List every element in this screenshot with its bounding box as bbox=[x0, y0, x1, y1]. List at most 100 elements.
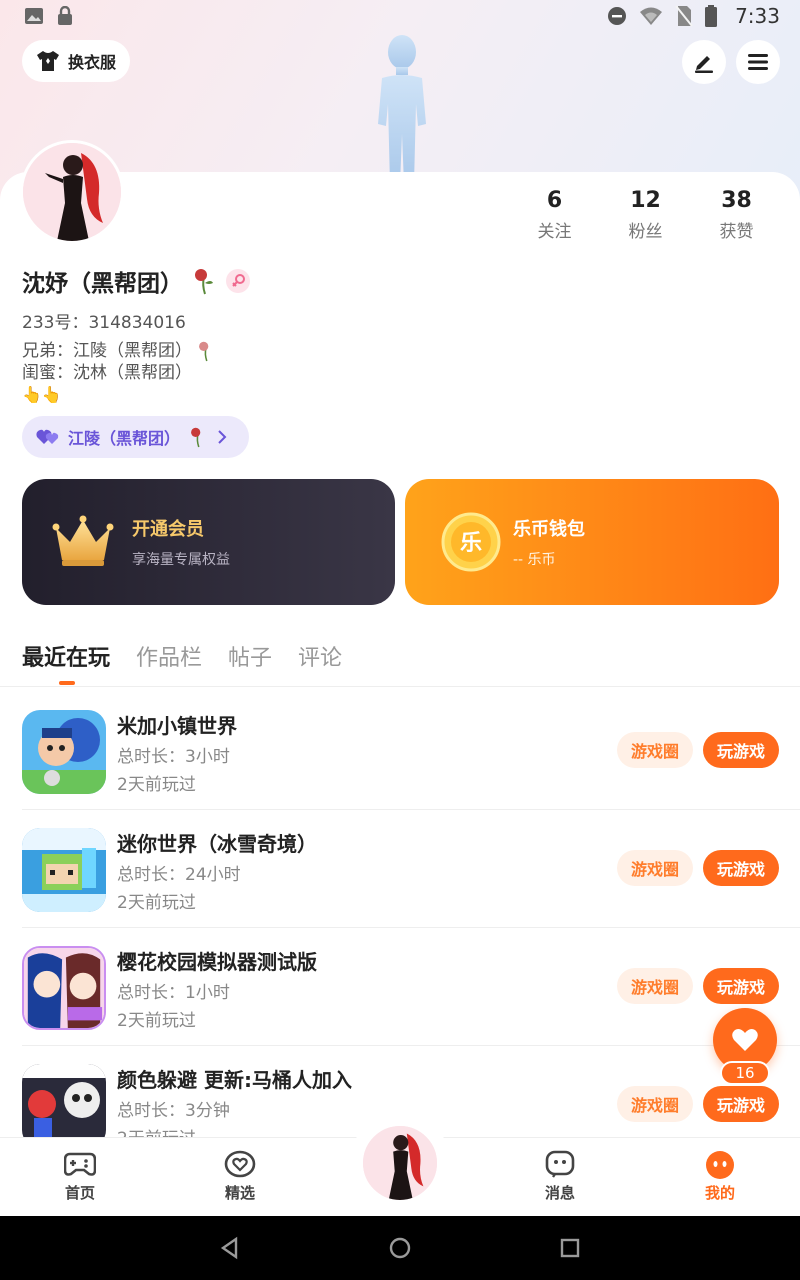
bio-line: 闺蜜：沈林（黑帮团） bbox=[22, 363, 192, 383]
color-dodge-icon bbox=[22, 1064, 106, 1148]
game-name: 迷你世界（冰雪奇境） bbox=[117, 832, 317, 856]
tab-comments[interactable]: 评论 bbox=[298, 640, 342, 672]
list-item[interactable]: 迷你世界（冰雪奇境） 总时长：24小时 2天前玩过 游戏圈 玩游戏 bbox=[22, 810, 800, 928]
nav-messages[interactable]: 消息 bbox=[520, 1150, 600, 1203]
profile-name: 沈妤（黑帮团） bbox=[22, 271, 183, 297]
vip-card[interactable]: 开通会员 享海量专属权益 bbox=[22, 479, 395, 605]
user-id: 233号：314834016 bbox=[22, 313, 186, 333]
game-duration: 总时长：1小时 bbox=[117, 983, 230, 1003]
avatar[interactable] bbox=[20, 140, 124, 244]
list-item[interactable]: 樱花校园模拟器测试版 总时长：1小时 2天前玩过 游戏圈 玩游戏 bbox=[22, 928, 800, 1046]
dress-up-label: 换衣服 bbox=[67, 53, 116, 72]
avatar-character bbox=[23, 143, 121, 241]
center-avatar-button[interactable] bbox=[361, 1124, 439, 1202]
game-duration: 总时长：24小时 bbox=[117, 865, 241, 885]
stat-label: 获赞 bbox=[719, 222, 754, 242]
coin-icon: 乐 bbox=[441, 512, 501, 572]
nav-featured[interactable]: 精选 bbox=[200, 1150, 280, 1203]
recent-games-list: 米加小镇世界 总时长：3小时 2天前玩过 游戏圈 玩游戏 迷你世界（冰雪奇境） … bbox=[0, 692, 800, 1164]
game-circle-button[interactable]: 游戏圈 bbox=[617, 850, 693, 886]
tab-posts[interactable]: 帖子 bbox=[228, 640, 272, 672]
female-badge-icon bbox=[226, 269, 250, 293]
stat-likes[interactable]: 38 获赞 bbox=[691, 188, 782, 242]
nav-me[interactable]: 我的 bbox=[680, 1150, 760, 1203]
stat-number: 6 bbox=[546, 188, 563, 213]
sakura-school-icon bbox=[24, 948, 104, 1028]
home-icon[interactable] bbox=[388, 1236, 412, 1260]
list-item[interactable]: 米加小镇世界 总时长：3小时 2天前玩过 游戏圈 玩游戏 bbox=[22, 692, 800, 810]
game-circle-button[interactable]: 游戏圈 bbox=[617, 968, 693, 1004]
pen-icon bbox=[695, 56, 713, 73]
profile-bio: 兄弟：江陵（黑帮团） 闺蜜：沈林（黑帮团） 👆👆 bbox=[22, 340, 216, 406]
nav-label: 首页 bbox=[64, 1184, 95, 1202]
no-sim-icon bbox=[675, 5, 693, 27]
nav-label: 消息 bbox=[544, 1184, 575, 1202]
play-game-button[interactable]: 玩游戏 bbox=[703, 968, 779, 1004]
status-bar: 7:33 bbox=[0, 0, 800, 32]
vip-title: 开通会员 bbox=[132, 519, 204, 540]
stat-label: 粉丝 bbox=[628, 222, 663, 242]
wilted-rose-icon bbox=[191, 427, 201, 448]
wilted-rose-icon bbox=[199, 341, 209, 362]
relation-chip[interactable]: 江陵（黑帮团） bbox=[22, 416, 249, 458]
vip-subtitle: 享海量专属权益 bbox=[132, 552, 230, 568]
bio-line: 兄弟：江陵（黑帮团） bbox=[22, 341, 192, 361]
tab-indicator bbox=[59, 681, 75, 685]
profile-stats: 6 关注 12 粉丝 38 获赞 bbox=[509, 188, 782, 242]
game-duration: 总时长：3分钟 bbox=[117, 1101, 230, 1121]
stat-label: 关注 bbox=[537, 222, 572, 242]
game-circle-button[interactable]: 游戏圈 bbox=[617, 1086, 693, 1122]
back-icon[interactable] bbox=[218, 1236, 242, 1260]
play-game-button[interactable]: 玩游戏 bbox=[703, 850, 779, 886]
game-name: 米加小镇世界 bbox=[117, 714, 237, 738]
stat-number: 12 bbox=[630, 188, 661, 213]
battery-icon bbox=[705, 5, 718, 27]
game-icon bbox=[22, 946, 106, 1030]
nav-label: 精选 bbox=[224, 1184, 255, 1202]
wallet-subtitle: -- 乐币 bbox=[513, 552, 556, 568]
game-last-played: 2天前玩过 bbox=[117, 1011, 196, 1031]
game-icon bbox=[22, 1064, 106, 1148]
wallet-title: 乐币钱包 bbox=[513, 519, 585, 540]
profile-tabs: 最近在玩 作品栏 帖子 评论 bbox=[22, 640, 342, 672]
edit-profile-button[interactable] bbox=[682, 40, 726, 84]
wallet-card[interactable]: 乐 乐币钱包 -- 乐币 bbox=[405, 479, 779, 605]
stat-number: 38 bbox=[721, 188, 752, 213]
game-icon bbox=[22, 710, 106, 794]
relation-chip-label: 江陵（黑帮团） bbox=[68, 429, 181, 448]
system-nav-bar bbox=[0, 1216, 800, 1280]
chevron-right-icon bbox=[218, 430, 227, 444]
bio-emoji: 👆👆 bbox=[22, 385, 62, 404]
profile-name-row: 沈妤（黑帮团） bbox=[22, 264, 251, 298]
tab-recent[interactable]: 最近在玩 bbox=[22, 640, 110, 672]
play-game-button[interactable]: 玩游戏 bbox=[703, 1086, 779, 1122]
play-game-button[interactable]: 玩游戏 bbox=[703, 732, 779, 768]
nav-label: 我的 bbox=[704, 1184, 735, 1202]
heart-icon bbox=[732, 1029, 758, 1051]
dnd-icon bbox=[608, 7, 627, 25]
like-count-badge: 16 bbox=[720, 1061, 770, 1085]
game-name: 樱花校园模拟器测试版 bbox=[117, 950, 317, 974]
recents-icon[interactable] bbox=[558, 1236, 582, 1260]
chat-icon bbox=[545, 1150, 575, 1178]
stat-fans[interactable]: 12 粉丝 bbox=[600, 188, 691, 242]
nav-home[interactable]: 首页 bbox=[40, 1150, 120, 1203]
dress-up-button[interactable]: 换衣服 bbox=[22, 40, 130, 82]
tabs-divider bbox=[0, 686, 800, 687]
wilted-rose-icon bbox=[195, 269, 213, 295]
miga-town-icon bbox=[22, 710, 106, 794]
coin-glyph: 乐 bbox=[460, 531, 482, 556]
avatar-character bbox=[363, 1126, 437, 1200]
tshirt-icon bbox=[36, 51, 59, 71]
stat-following[interactable]: 6 关注 bbox=[509, 188, 600, 242]
game-circle-button[interactable]: 游戏圈 bbox=[617, 732, 693, 768]
menu-button[interactable] bbox=[736, 40, 780, 84]
game-last-played: 2天前玩过 bbox=[117, 893, 196, 913]
tab-works[interactable]: 作品栏 bbox=[136, 640, 202, 672]
game-last-played: 2天前玩过 bbox=[117, 775, 196, 795]
clock: 7:33 bbox=[735, 4, 780, 28]
avatar-3d-figure bbox=[378, 35, 426, 184]
mini-world-icon bbox=[22, 828, 106, 912]
double-heart-icon bbox=[36, 429, 59, 444]
wifi-icon bbox=[640, 7, 663, 25]
